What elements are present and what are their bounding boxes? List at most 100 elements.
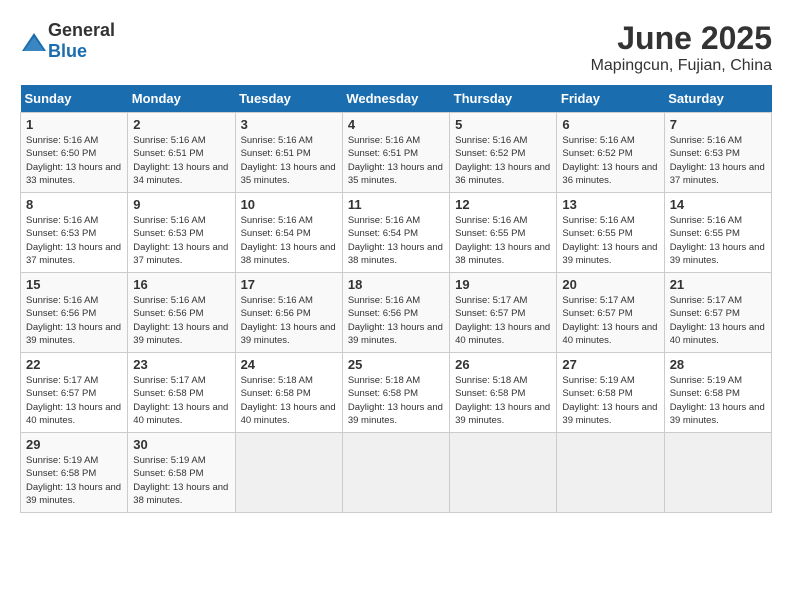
day-info: Sunrise: 5:16 AM Sunset: 6:55 PM Dayligh… <box>562 214 658 267</box>
table-row: 24 Sunrise: 5:18 AM Sunset: 6:58 PM Dayl… <box>235 353 342 433</box>
table-row: 21 Sunrise: 5:17 AM Sunset: 6:57 PM Dayl… <box>664 273 771 353</box>
day-number: 14 <box>670 197 766 212</box>
day-info: Sunrise: 5:16 AM Sunset: 6:51 PM Dayligh… <box>241 134 337 187</box>
table-row: 4 Sunrise: 5:16 AM Sunset: 6:51 PM Dayli… <box>342 113 449 193</box>
day-info: Sunrise: 5:18 AM Sunset: 6:58 PM Dayligh… <box>241 374 337 427</box>
table-row <box>235 433 342 513</box>
table-row: 23 Sunrise: 5:17 AM Sunset: 6:58 PM Dayl… <box>128 353 235 433</box>
table-row: 22 Sunrise: 5:17 AM Sunset: 6:57 PM Dayl… <box>21 353 128 433</box>
table-row: 3 Sunrise: 5:16 AM Sunset: 6:51 PM Dayli… <box>235 113 342 193</box>
table-row: 15 Sunrise: 5:16 AM Sunset: 6:56 PM Dayl… <box>21 273 128 353</box>
day-info: Sunrise: 5:16 AM Sunset: 6:55 PM Dayligh… <box>670 214 766 267</box>
table-row <box>664 433 771 513</box>
day-number: 27 <box>562 357 658 372</box>
table-row: 14 Sunrise: 5:16 AM Sunset: 6:55 PM Dayl… <box>664 193 771 273</box>
day-number: 7 <box>670 117 766 132</box>
logo-icon <box>20 31 44 51</box>
day-info: Sunrise: 5:18 AM Sunset: 6:58 PM Dayligh… <box>348 374 444 427</box>
day-info: Sunrise: 5:16 AM Sunset: 6:52 PM Dayligh… <box>455 134 551 187</box>
header-sunday: Sunday <box>21 85 128 113</box>
day-number: 13 <box>562 197 658 212</box>
table-row: 28 Sunrise: 5:19 AM Sunset: 6:58 PM Dayl… <box>664 353 771 433</box>
day-number: 1 <box>26 117 122 132</box>
table-row: 2 Sunrise: 5:16 AM Sunset: 6:51 PM Dayli… <box>128 113 235 193</box>
table-row: 11 Sunrise: 5:16 AM Sunset: 6:54 PM Dayl… <box>342 193 449 273</box>
day-info: Sunrise: 5:19 AM Sunset: 6:58 PM Dayligh… <box>670 374 766 427</box>
day-number: 26 <box>455 357 551 372</box>
table-row: 7 Sunrise: 5:16 AM Sunset: 6:53 PM Dayli… <box>664 113 771 193</box>
logo-general: General <box>48 20 115 40</box>
title-area: June 2025 Mapingcun, Fujian, China <box>591 20 772 75</box>
table-row: 5 Sunrise: 5:16 AM Sunset: 6:52 PM Dayli… <box>450 113 557 193</box>
day-info: Sunrise: 5:17 AM Sunset: 6:57 PM Dayligh… <box>562 294 658 347</box>
header-tuesday: Tuesday <box>235 85 342 113</box>
header-wednesday: Wednesday <box>342 85 449 113</box>
day-info: Sunrise: 5:18 AM Sunset: 6:58 PM Dayligh… <box>455 374 551 427</box>
day-number: 15 <box>26 277 122 292</box>
header-saturday: Saturday <box>664 85 771 113</box>
day-info: Sunrise: 5:16 AM Sunset: 6:51 PM Dayligh… <box>348 134 444 187</box>
calendar-row: 1 Sunrise: 5:16 AM Sunset: 6:50 PM Dayli… <box>21 113 772 193</box>
table-row <box>450 433 557 513</box>
day-info: Sunrise: 5:16 AM Sunset: 6:51 PM Dayligh… <box>133 134 229 187</box>
table-row: 9 Sunrise: 5:16 AM Sunset: 6:53 PM Dayli… <box>128 193 235 273</box>
day-number: 3 <box>241 117 337 132</box>
day-number: 6 <box>562 117 658 132</box>
table-row: 20 Sunrise: 5:17 AM Sunset: 6:57 PM Dayl… <box>557 273 664 353</box>
day-number: 11 <box>348 197 444 212</box>
table-row: 6 Sunrise: 5:16 AM Sunset: 6:52 PM Dayli… <box>557 113 664 193</box>
day-number: 21 <box>670 277 766 292</box>
day-number: 4 <box>348 117 444 132</box>
day-info: Sunrise: 5:17 AM Sunset: 6:57 PM Dayligh… <box>455 294 551 347</box>
logo-text: General Blue <box>48 20 115 62</box>
table-row: 30 Sunrise: 5:19 AM Sunset: 6:58 PM Dayl… <box>128 433 235 513</box>
table-row <box>557 433 664 513</box>
day-number: 22 <box>26 357 122 372</box>
logo-blue: Blue <box>48 41 87 61</box>
weekday-header-row: Sunday Monday Tuesday Wednesday Thursday… <box>21 85 772 113</box>
day-info: Sunrise: 5:19 AM Sunset: 6:58 PM Dayligh… <box>562 374 658 427</box>
logo: General Blue <box>20 20 115 62</box>
day-number: 10 <box>241 197 337 212</box>
day-number: 20 <box>562 277 658 292</box>
day-number: 29 <box>26 437 122 452</box>
calendar-row: 15 Sunrise: 5:16 AM Sunset: 6:56 PM Dayl… <box>21 273 772 353</box>
day-number: 8 <box>26 197 122 212</box>
table-row: 17 Sunrise: 5:16 AM Sunset: 6:56 PM Dayl… <box>235 273 342 353</box>
day-number: 23 <box>133 357 229 372</box>
day-number: 16 <box>133 277 229 292</box>
day-info: Sunrise: 5:16 AM Sunset: 6:52 PM Dayligh… <box>562 134 658 187</box>
day-number: 17 <box>241 277 337 292</box>
calendar-row: 29 Sunrise: 5:19 AM Sunset: 6:58 PM Dayl… <box>21 433 772 513</box>
calendar-row: 22 Sunrise: 5:17 AM Sunset: 6:57 PM Dayl… <box>21 353 772 433</box>
day-info: Sunrise: 5:19 AM Sunset: 6:58 PM Dayligh… <box>133 454 229 507</box>
table-row: 12 Sunrise: 5:16 AM Sunset: 6:55 PM Dayl… <box>450 193 557 273</box>
table-row: 8 Sunrise: 5:16 AM Sunset: 6:53 PM Dayli… <box>21 193 128 273</box>
table-row: 19 Sunrise: 5:17 AM Sunset: 6:57 PM Dayl… <box>450 273 557 353</box>
table-row: 26 Sunrise: 5:18 AM Sunset: 6:58 PM Dayl… <box>450 353 557 433</box>
day-number: 2 <box>133 117 229 132</box>
day-number: 25 <box>348 357 444 372</box>
table-row: 29 Sunrise: 5:19 AM Sunset: 6:58 PM Dayl… <box>21 433 128 513</box>
day-info: Sunrise: 5:16 AM Sunset: 6:54 PM Dayligh… <box>348 214 444 267</box>
day-number: 5 <box>455 117 551 132</box>
day-info: Sunrise: 5:16 AM Sunset: 6:56 PM Dayligh… <box>133 294 229 347</box>
day-info: Sunrise: 5:19 AM Sunset: 6:58 PM Dayligh… <box>26 454 122 507</box>
day-info: Sunrise: 5:16 AM Sunset: 6:56 PM Dayligh… <box>348 294 444 347</box>
day-info: Sunrise: 5:16 AM Sunset: 6:50 PM Dayligh… <box>26 134 122 187</box>
day-info: Sunrise: 5:17 AM Sunset: 6:57 PM Dayligh… <box>26 374 122 427</box>
table-row: 18 Sunrise: 5:16 AM Sunset: 6:56 PM Dayl… <box>342 273 449 353</box>
day-info: Sunrise: 5:16 AM Sunset: 6:55 PM Dayligh… <box>455 214 551 267</box>
day-info: Sunrise: 5:16 AM Sunset: 6:54 PM Dayligh… <box>241 214 337 267</box>
page-header: General Blue June 2025 Mapingcun, Fujian… <box>20 20 772 75</box>
day-number: 12 <box>455 197 551 212</box>
day-info: Sunrise: 5:16 AM Sunset: 6:56 PM Dayligh… <box>26 294 122 347</box>
calendar-table: Sunday Monday Tuesday Wednesday Thursday… <box>20 85 772 513</box>
calendar-subtitle: Mapingcun, Fujian, China <box>591 57 772 75</box>
day-info: Sunrise: 5:16 AM Sunset: 6:53 PM Dayligh… <box>26 214 122 267</box>
table-row: 16 Sunrise: 5:16 AM Sunset: 6:56 PM Dayl… <box>128 273 235 353</box>
day-number: 18 <box>348 277 444 292</box>
day-number: 30 <box>133 437 229 452</box>
day-number: 28 <box>670 357 766 372</box>
day-number: 24 <box>241 357 337 372</box>
